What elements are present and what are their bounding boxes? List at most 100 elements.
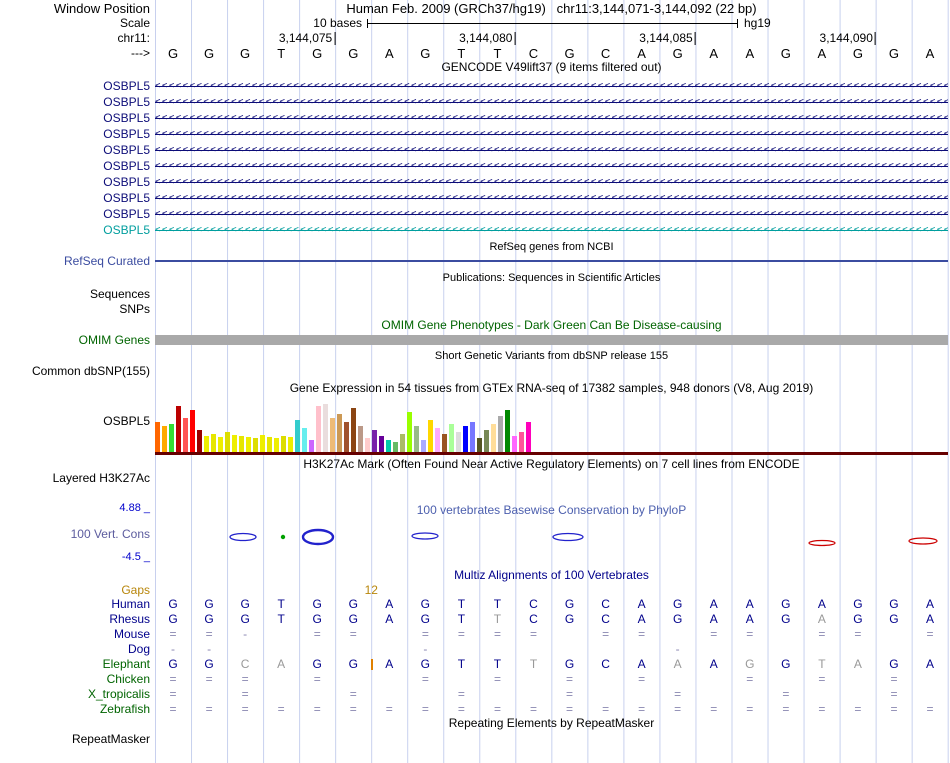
gtex-gene-label[interactable]: OSBPL5 (0, 414, 150, 429)
species-label[interactable]: Elephant (0, 657, 150, 672)
gtex-expression-bar[interactable] (400, 434, 405, 452)
gene-label[interactable]: OSBPL5 (0, 126, 150, 142)
gtex-expression-bar[interactable] (456, 432, 461, 452)
refseq-track-title[interactable]: RefSeq genes from NCBI (155, 241, 948, 254)
species-label[interactable]: Rhesus (0, 612, 150, 627)
gene-row[interactable]: OSBPL5 <<<<<<<<<<<<<<<<<<<<<<<<<<<<<<<<<<… (0, 222, 950, 238)
species-label[interactable]: Human (0, 597, 150, 612)
species-label[interactable]: X_tropicalis (0, 687, 150, 702)
vert-cons-label[interactable]: 100 Vert. Cons (0, 527, 150, 542)
gtex-expression-bar[interactable] (176, 406, 181, 452)
gtex-expression-bar[interactable] (246, 437, 251, 452)
gene-label[interactable]: OSBPL5 (0, 142, 150, 158)
alignment-row[interactable]: Mouse = = - = = = = = = = = = = = = = (0, 627, 950, 642)
gtex-expression-bar[interactable] (267, 437, 272, 452)
dbsnp-track-title[interactable]: Short Genetic Variants from dbSNP releas… (155, 350, 948, 363)
gtex-expression-bar[interactable] (204, 436, 209, 452)
gtex-expression-bar[interactable] (253, 438, 258, 452)
gtex-gene-model-line[interactable] (155, 452, 948, 455)
gene-row[interactable]: OSBPL5 <<<<<<<<<<<<<<<<<<<<<<<<<<<<<<<<<<… (0, 78, 950, 94)
repeatmasker-label[interactable]: RepeatMasker (0, 732, 150, 747)
gtex-expression-bar[interactable] (309, 440, 314, 452)
gene-row[interactable]: OSBPL5 <<<<<<<<<<<<<<<<<<<<<<<<<<<<<<<<<<… (0, 142, 950, 158)
gene-row[interactable]: OSBPL5 <<<<<<<<<<<<<<<<<<<<<<<<<<<<<<<<<<… (0, 206, 950, 222)
base-letter: T (457, 46, 466, 61)
gtex-expression-bar[interactable] (463, 426, 468, 452)
publications-sequences-label[interactable]: Sequences (0, 287, 150, 302)
gtex-expression-bar[interactable] (477, 438, 482, 452)
alignment-row[interactable]: Elephant G G C A G G A G T T T G C A A A G G T A G A (0, 657, 950, 672)
gtex-expression-bar[interactable] (281, 436, 286, 452)
base-letter: A (384, 46, 394, 61)
refseq-gene-line[interactable] (155, 260, 948, 262)
gtex-expression-bar[interactable] (260, 435, 265, 452)
gencode-track-title[interactable]: GENCODE V49lift37 (9 items filtered out) (155, 61, 948, 74)
alignment-row[interactable]: Chicken = = = = = = = = = = = (0, 672, 950, 687)
gene-row[interactable]: OSBPL5 <<<<<<<<<<<<<<<<<<<<<<<<<<<<<<<<<<… (0, 94, 950, 110)
gtex-expression-bar[interactable] (372, 430, 377, 452)
gtex-expression-bar[interactable] (302, 428, 307, 452)
gene-label[interactable]: OSBPL5 (0, 94, 150, 110)
conservation-glyph (411, 532, 439, 540)
gene-label[interactable]: OSBPL5 (0, 206, 150, 222)
gtex-expression-bar[interactable] (162, 426, 167, 452)
gtex-expression-bar[interactable] (225, 432, 230, 452)
gene-label[interactable]: OSBPL5 (0, 174, 150, 190)
gtex-expression-bar[interactable] (421, 440, 426, 452)
gtex-expression-bar[interactable] (442, 434, 447, 452)
refseq-curated-label[interactable]: RefSeq Curated (0, 254, 150, 268)
species-label[interactable]: Zebrafish (0, 702, 150, 717)
omim-genes-label[interactable]: OMIM Genes (0, 333, 150, 347)
publications-track-title[interactable]: Publications: Sequences in Scientific Ar… (155, 272, 948, 285)
gtex-expression-bar[interactable] (211, 434, 216, 452)
gaps-label[interactable]: Gaps (0, 583, 150, 598)
species-label[interactable]: Dog (0, 642, 150, 657)
gene-label[interactable]: OSBPL5 (0, 110, 150, 126)
gtex-expression-bar[interactable] (435, 428, 440, 452)
alignment-row[interactable]: Dog - - - - (0, 642, 950, 657)
dbsnp-label[interactable]: Common dbSNP(155) (0, 364, 150, 379)
gtex-expression-bar[interactable] (274, 438, 279, 452)
alignment-row[interactable]: Human G G G T G G A G T T C G C A G A A G A G G A (0, 597, 950, 612)
omim-track-title[interactable]: OMIM Gene Phenotypes - Dark Green Can Be… (155, 319, 948, 332)
species-label[interactable]: Mouse (0, 627, 150, 642)
gtex-expression-bar[interactable] (386, 440, 391, 452)
gtex-expression-bar[interactable] (519, 432, 524, 452)
gtex-expression-bar[interactable] (316, 406, 321, 452)
gene-row[interactable]: OSBPL5 <<<<<<<<<<<<<<<<<<<<<<<<<<<<<<<<<<… (0, 126, 950, 142)
alignment-row[interactable]: X_tropicalis = = = = = = = = (0, 687, 950, 702)
gene-label[interactable]: OSBPL5 (0, 222, 150, 238)
gene-row[interactable]: OSBPL5 <<<<<<<<<<<<<<<<<<<<<<<<<<<<<<<<<<… (0, 174, 950, 190)
layered-h3k27ac-label[interactable]: Layered H3K27Ac (0, 471, 150, 486)
alignment-cell: = (818, 627, 826, 641)
gtex-expression-bar[interactable] (379, 436, 384, 452)
gtex-expression-bar[interactable] (358, 426, 363, 452)
publications-snps-label[interactable]: SNPs (0, 302, 150, 317)
h3k27ac-track-title[interactable]: H3K27Ac Mark (Often Found Near Active Re… (155, 457, 948, 471)
alignment-cell: = (854, 627, 862, 641)
gene-row[interactable]: OSBPL5 <<<<<<<<<<<<<<<<<<<<<<<<<<<<<<<<<<… (0, 110, 950, 126)
gtex-expression-bar[interactable] (232, 435, 237, 452)
repeatmasker-track-title[interactable]: Repeating Elements by RepeatMasker (155, 717, 948, 730)
conservation-track-title[interactable]: 100 vertebrates Basewise Conservation by… (155, 503, 948, 517)
gtex-expression-bar[interactable] (239, 436, 244, 452)
gene-label[interactable]: OSBPL5 (0, 190, 150, 206)
gtex-expression-bar[interactable] (512, 436, 517, 452)
species-label[interactable]: Chicken (0, 672, 150, 687)
alignment-row[interactable]: Zebrafish = = = = = = = = = = = = = = = = = = = = = = (0, 702, 950, 717)
multiz-track-title[interactable]: Multiz Alignments of 100 Vertebrates (155, 568, 948, 582)
gene-label[interactable]: OSBPL5 (0, 158, 150, 174)
gtex-expression-bar[interactable] (218, 437, 223, 452)
omim-gene-bar[interactable] (155, 335, 948, 345)
gtex-expression-bar[interactable] (393, 442, 398, 452)
gtex-expression-bar[interactable] (365, 438, 370, 452)
gtex-expression-bar[interactable] (197, 430, 202, 452)
gene-label[interactable]: OSBPL5 (0, 78, 150, 94)
gtex-expression-bar[interactable] (288, 437, 293, 452)
gene-row[interactable]: OSBPL5 <<<<<<<<<<<<<<<<<<<<<<<<<<<<<<<<<<… (0, 158, 950, 174)
gtex-expression-bar[interactable] (484, 430, 489, 452)
gene-row[interactable]: OSBPL5 <<<<<<<<<<<<<<<<<<<<<<<<<<<<<<<<<<… (0, 190, 950, 206)
gtex-expression-bar[interactable] (414, 426, 419, 452)
gtex-track-title[interactable]: Gene Expression in 54 tissues from GTEx … (155, 381, 948, 395)
alignment-row[interactable]: Rhesus G G G T G G A G T T C G C A G A A G A G G A (0, 612, 950, 627)
